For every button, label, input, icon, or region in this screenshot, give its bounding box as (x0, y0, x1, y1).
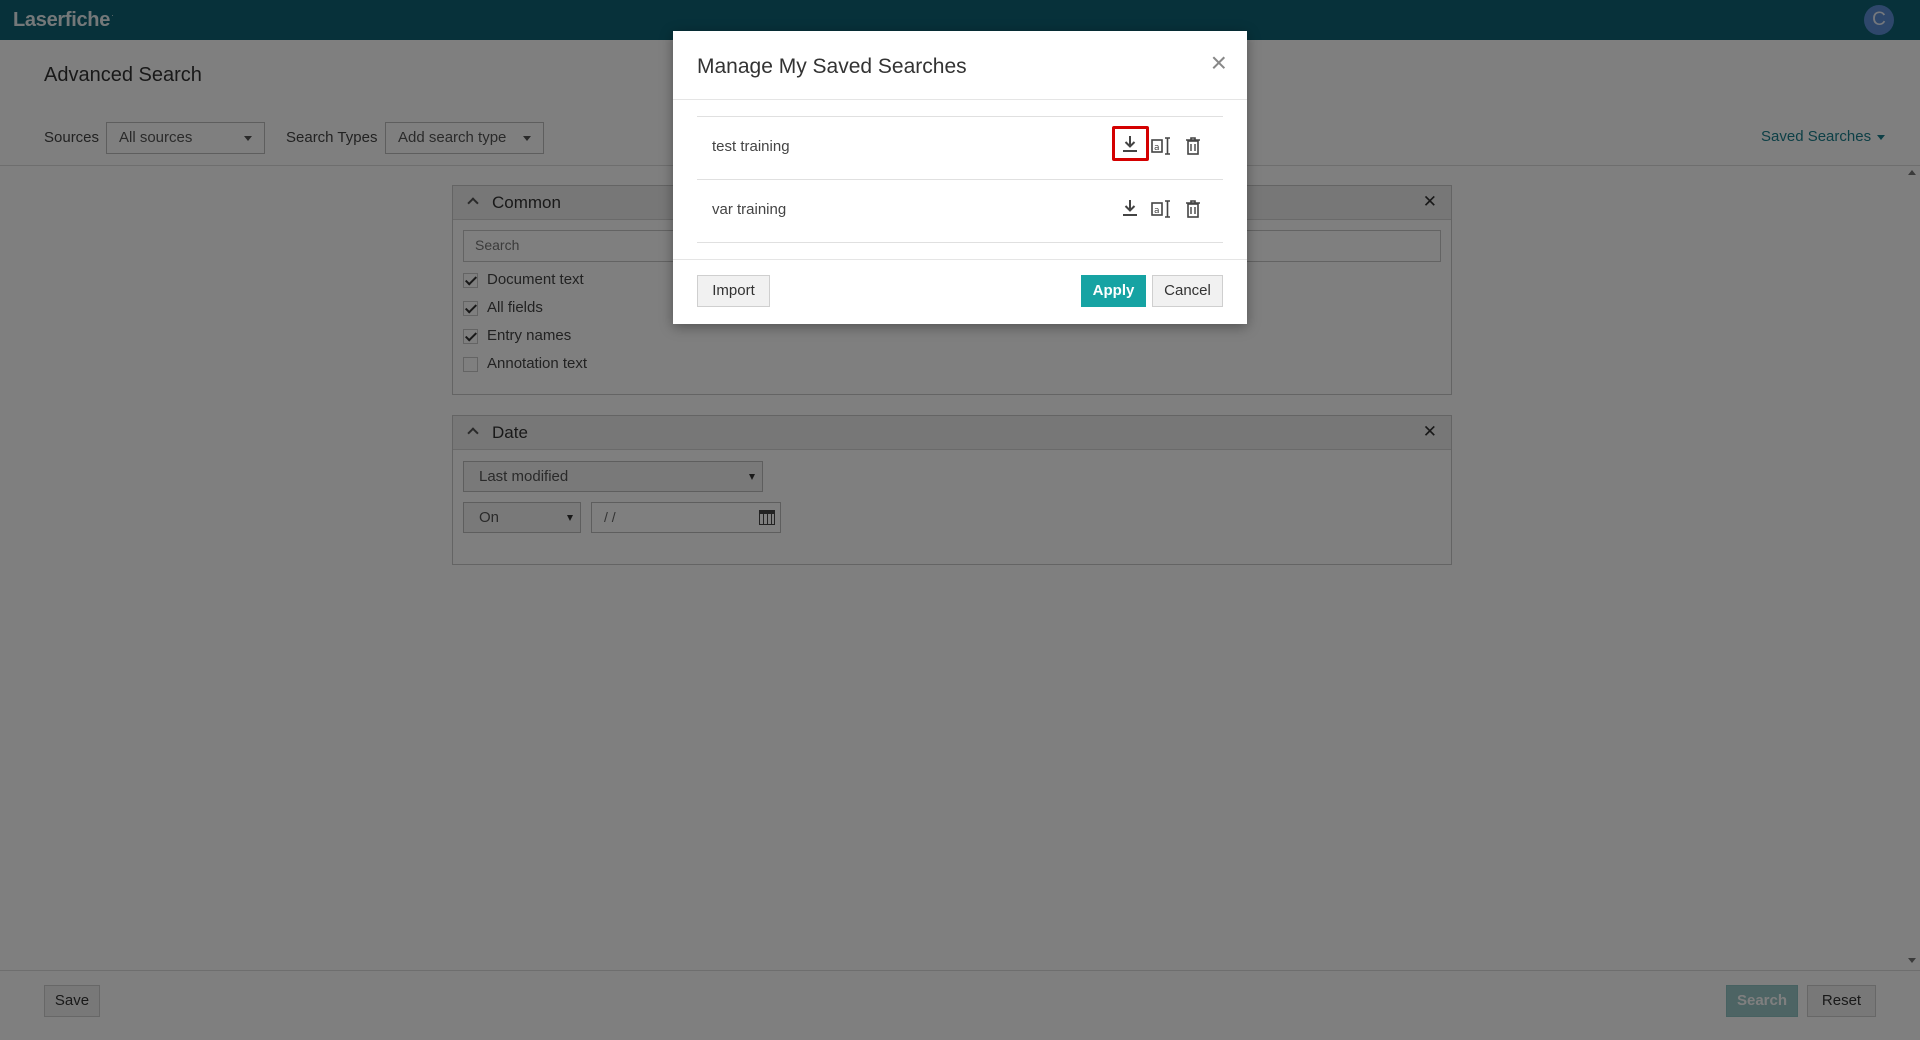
divider (697, 242, 1223, 243)
delete-icon[interactable] (1182, 198, 1204, 220)
manage-saved-searches-dialog: Manage My Saved Searches × test training… (673, 31, 1247, 324)
divider (697, 116, 1223, 117)
delete-icon[interactable] (1182, 135, 1204, 157)
rename-icon[interactable]: a (1150, 135, 1172, 157)
dialog-title: Manage My Saved Searches (697, 55, 967, 78)
divider (673, 99, 1247, 100)
svg-text:a: a (1154, 206, 1160, 216)
rename-icon[interactable]: a (1150, 198, 1172, 220)
import-button[interactable]: Import (697, 275, 770, 307)
svg-text:a: a (1154, 143, 1160, 153)
divider (697, 179, 1223, 180)
download-icon[interactable] (1119, 197, 1141, 219)
saved-search-name: var training (712, 201, 787, 218)
saved-search-name: test training (712, 138, 790, 155)
download-icon[interactable] (1119, 133, 1141, 155)
divider (673, 259, 1247, 260)
cancel-button[interactable]: Cancel (1152, 275, 1223, 307)
apply-button[interactable]: Apply (1081, 275, 1146, 307)
close-icon[interactable]: × (1211, 49, 1227, 77)
